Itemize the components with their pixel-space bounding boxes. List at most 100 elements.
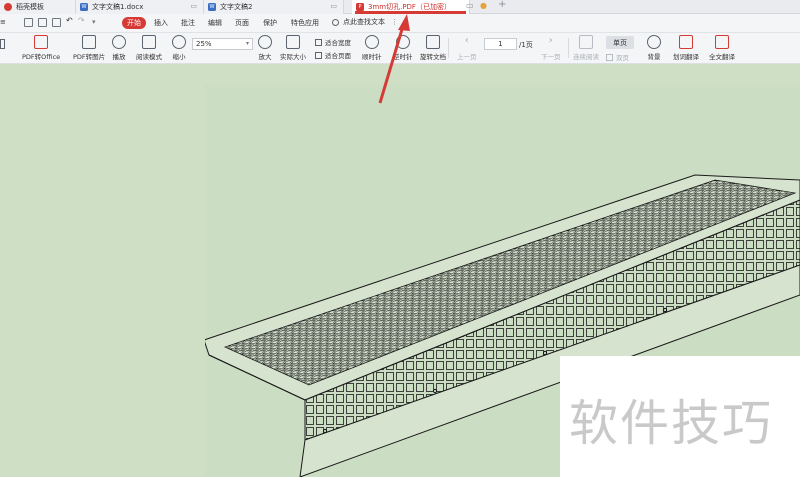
- play-icon: [112, 35, 126, 49]
- pdf-to-office-label: PDF转Office: [22, 53, 61, 61]
- tab-document-2[interactable]: W 文字文稿2 ▭: [204, 0, 344, 14]
- zoom-in-icon: [258, 35, 272, 49]
- menu-row: ≡ ↶ ↷ ▾ 开始 插入 批注 编辑 页面 保护 特色应用 点此查找文本 ⋮: [0, 14, 800, 33]
- next-page-label: 下一页: [541, 53, 561, 61]
- find-text-search[interactable]: 点此查找文本 ⋮: [332, 17, 398, 27]
- tab-float-icon[interactable]: ▭: [466, 1, 474, 10]
- undo-icon[interactable]: ↶: [66, 16, 75, 25]
- actual-size-button[interactable]: 实际大小: [280, 35, 306, 61]
- play-label: 播放: [112, 53, 126, 61]
- rotate-ccw-label: 逆时针: [393, 53, 413, 61]
- tab-label: 文字文稿2: [220, 3, 253, 11]
- rotate-clockwise-button[interactable]: 顺时针: [362, 35, 382, 61]
- save-icon[interactable]: [38, 18, 47, 27]
- next-page-button[interactable]: › 下一页: [541, 35, 561, 61]
- zoom-out-button[interactable]: 缩小: [172, 35, 186, 61]
- toolbar-divider: [568, 38, 569, 58]
- translate-all-label: 全文翻译: [709, 53, 735, 61]
- zoom-select[interactable]: 25% ▾: [192, 38, 253, 50]
- double-page-button[interactable]: 双页: [606, 52, 629, 62]
- chevron-down-icon[interactable]: ▾: [92, 18, 101, 27]
- more-icon[interactable]: ⋮: [391, 18, 398, 26]
- continuous-read-button[interactable]: 连续阅读: [573, 35, 599, 61]
- fit-width-icon: [315, 38, 322, 46]
- menu-comment[interactable]: 批注: [181, 18, 195, 28]
- translate-word-button[interactable]: 划词翻译: [673, 35, 699, 61]
- rotate-document-button[interactable]: 旋转文档: [420, 35, 446, 61]
- page-total: /1页: [519, 41, 533, 49]
- rotate-document-icon: [426, 35, 440, 49]
- watermark-text: 软件技巧: [569, 395, 774, 452]
- rotate-doc-label: 旋转文档: [420, 53, 446, 61]
- menu-toggle-icon[interactable]: ≡: [0, 18, 9, 27]
- fit-width-label: 适合宽度: [325, 39, 351, 47]
- side-panel-icon[interactable]: [0, 39, 5, 49]
- zoom-out-icon: [172, 35, 186, 49]
- fit-width-button[interactable]: 适合宽度: [315, 37, 351, 47]
- menu-start[interactable]: 开始: [122, 17, 146, 29]
- menu-insert[interactable]: 插入: [154, 18, 168, 28]
- double-page-icon: [606, 53, 613, 61]
- chevron-left-icon: ‹: [464, 35, 469, 46]
- chevron-right-icon: ›: [548, 35, 553, 46]
- zoom-in-button[interactable]: 放大: [258, 35, 272, 61]
- toolbar-divider: [448, 38, 449, 58]
- redo-icon[interactable]: ↷: [78, 16, 87, 25]
- rotate-cw-icon: [364, 35, 379, 49]
- new-tab-plus-icon[interactable]: +: [498, 0, 506, 10]
- menu-page[interactable]: 页面: [235, 18, 249, 28]
- book-icon: [142, 35, 156, 49]
- print-icon[interactable]: [52, 18, 61, 27]
- menu-special[interactable]: 特色应用: [291, 18, 319, 28]
- continuous-label: 连续阅读: [573, 53, 599, 61]
- double-page-label: 双页: [616, 54, 629, 62]
- menu-protect[interactable]: 保护: [263, 18, 277, 28]
- rotate-cw-label: 顺时针: [362, 53, 382, 61]
- image-icon: [82, 35, 97, 49]
- tab-float-icon[interactable]: ▭: [190, 2, 197, 10]
- zoom-out-label: 缩小: [172, 53, 186, 61]
- menu-edit[interactable]: 编辑: [208, 18, 222, 28]
- fit-page-label: 适合页面: [325, 52, 351, 60]
- search-icon: [332, 18, 339, 26]
- translate-all-button[interactable]: 全文翻译: [709, 35, 735, 61]
- tab-document-1[interactable]: W 文字文稿1.docx ▭: [76, 0, 204, 14]
- open-folder-icon[interactable]: [24, 18, 33, 27]
- actual-size-icon: [286, 35, 300, 49]
- translate-word-label: 划词翻译: [673, 53, 699, 61]
- pdf-convert-icon: [34, 35, 49, 49]
- search-label: 点此查找文本: [343, 18, 385, 26]
- tab-float-icon[interactable]: ▭: [330, 2, 337, 10]
- single-page-label: 单页: [613, 38, 627, 47]
- modified-dot-icon: ●: [480, 1, 487, 10]
- continuous-read-icon: [579, 35, 593, 49]
- pdf-icon: P: [356, 3, 364, 11]
- prev-page-label: 上一页: [457, 53, 477, 61]
- rotate-counterclockwise-button[interactable]: 逆时针: [393, 35, 413, 61]
- prev-page-button[interactable]: ‹ 上一页: [457, 35, 477, 61]
- word-doc-icon: W: [208, 3, 216, 11]
- single-page-button[interactable]: 单页: [606, 36, 634, 49]
- page-number-input[interactable]: 1: [484, 38, 517, 50]
- rotate-ccw-icon: [395, 35, 410, 49]
- pdf-to-office-button[interactable]: PDF转Office: [22, 35, 60, 61]
- moon-icon: [647, 35, 661, 49]
- actual-size-label: 实际大小: [280, 53, 306, 61]
- tab-daoke-template[interactable]: 稻壳模板: [0, 0, 76, 14]
- zoom-value: 25%: [196, 40, 212, 48]
- read-mode-label: 阅读模式: [136, 53, 162, 61]
- background-button[interactable]: 背景: [647, 35, 661, 61]
- word-doc-icon: W: [80, 3, 88, 11]
- pdf-to-image-button[interactable]: PDF转图片: [73, 35, 105, 61]
- fit-page-button[interactable]: 适合页面: [315, 50, 351, 60]
- translate-icon: [715, 35, 729, 49]
- play-button[interactable]: 播放: [112, 35, 126, 61]
- zoom-in-label: 放大: [258, 53, 272, 61]
- tab-label: 文字文稿1.docx: [92, 3, 144, 11]
- fit-page-icon: [315, 51, 322, 59]
- read-mode-button[interactable]: 阅读模式: [136, 35, 162, 61]
- background-label: 背景: [647, 53, 661, 61]
- chevron-down-icon: ▾: [245, 40, 249, 47]
- pdf-to-image-label: PDF转图片: [73, 53, 106, 61]
- translate-icon: [679, 35, 693, 49]
